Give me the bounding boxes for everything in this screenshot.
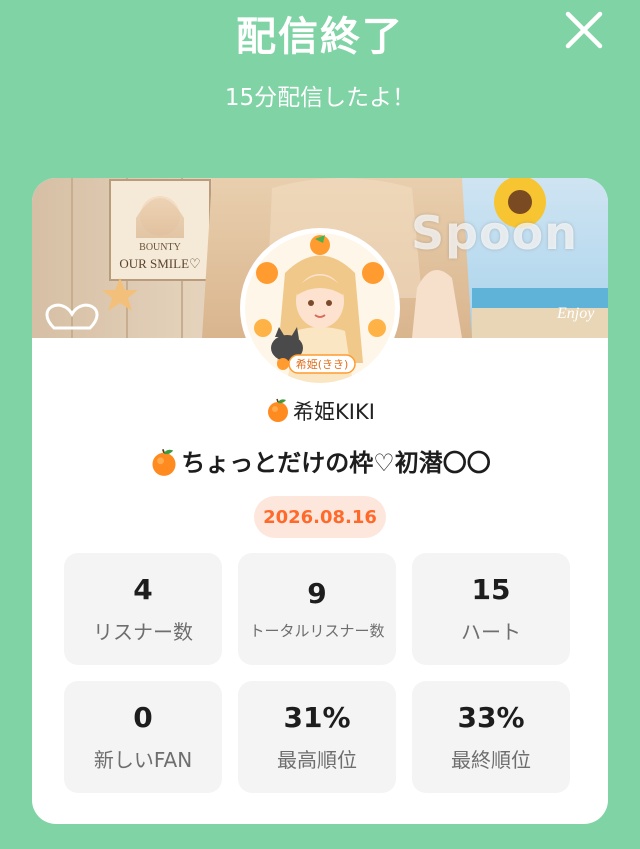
stat-label: 新しいFAN <box>93 748 193 772</box>
stat-total-listeners: 9 トータルリスナー数 <box>238 553 396 665</box>
stat-value: 15 <box>471 573 511 606</box>
avatar-name-sticker: 希姫(きき) <box>296 357 349 371</box>
stat-peak-rank: 31% 最高順位 <box>238 681 396 793</box>
stat-listeners: 4 リスナー数 <box>64 553 222 665</box>
avatar-illustration: 希姫(きき) <box>245 233 395 383</box>
dj-name[interactable]: 希姫KIKI <box>32 396 608 426</box>
close-icon <box>565 11 603 49</box>
stat-label: トータルリスナー数 <box>249 622 385 640</box>
live-end-screen: 配信終了 15分配信したよ！ BOUNTY OUR SMILE♡ Enjoy S… <box>0 0 640 849</box>
stat-value: 0 <box>133 701 153 734</box>
stat-label: ハート <box>461 620 521 644</box>
stat-label: 最高順位 <box>277 748 357 772</box>
cast-title: ちょっとだけの枠♡初潜〇〇 <box>32 443 608 478</box>
poster-smile: OUR SMILE♡ <box>119 256 200 271</box>
orange-icon <box>268 398 289 422</box>
page-title: 配信終了 <box>236 14 404 60</box>
dj-name-text: 希姫KIKI <box>293 400 375 424</box>
stats-grid: 4 リスナー数 9 トータルリスナー数 15 ハート 0 新しいFAN 31% … <box>64 553 571 793</box>
stat-label: 最終順位 <box>451 748 531 772</box>
spoon-logo: Spoon <box>410 206 578 260</box>
banner-enjoy-text: Enjoy <box>556 305 595 322</box>
orange-icon <box>152 449 176 476</box>
close-button[interactable] <box>564 10 604 50</box>
stat-value: 9 <box>307 577 327 610</box>
stat-value: 33% <box>457 701 525 734</box>
stat-label: リスナー数 <box>93 620 193 644</box>
result-card: BOUNTY OUR SMILE♡ Enjoy Spoon 希姫(きき) 希姫K… <box>32 178 608 824</box>
poster-bounty: BOUNTY <box>139 242 181 253</box>
cast-title-text: ちょっとだけの枠♡初潜〇〇 <box>181 449 491 477</box>
stat-final-rank: 33% 最終順位 <box>412 681 570 793</box>
stat-new-fans: 0 新しいFAN <box>64 681 222 793</box>
dj-avatar[interactable]: 希姫(きき) <box>245 233 395 383</box>
date-badge: 2026.08.16 <box>254 496 386 538</box>
stat-value: 31% <box>283 701 351 734</box>
stat-value: 4 <box>133 573 153 606</box>
stat-hearts: 15 ハート <box>412 553 570 665</box>
dj-avatar-frame: 希姫(きき) <box>240 228 400 388</box>
duration-subtitle: 15分配信したよ！ <box>224 85 416 111</box>
